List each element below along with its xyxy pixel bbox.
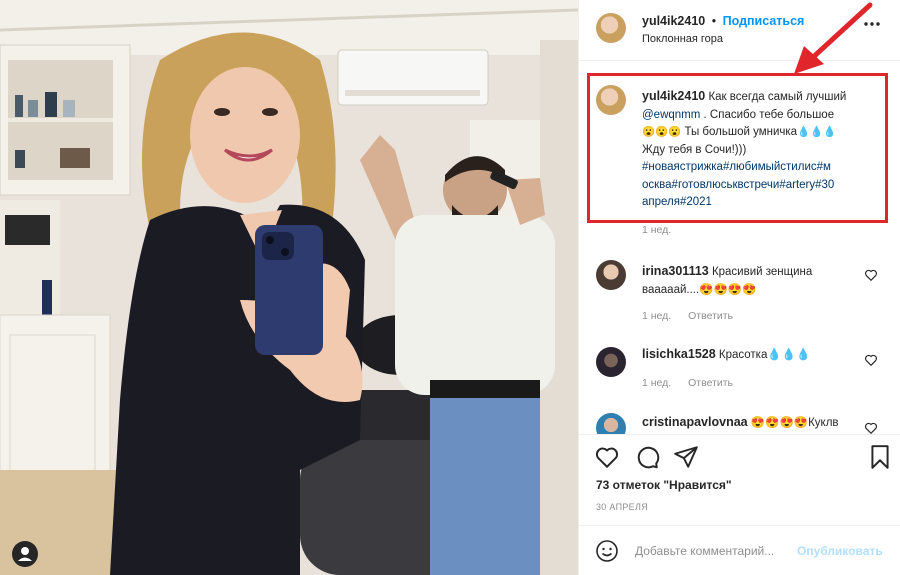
separator-dot: • — [711, 14, 717, 28]
emoji-icon[interactable] — [595, 539, 619, 563]
actions-divider — [579, 434, 900, 435]
bookmark-icon[interactable] — [867, 444, 893, 470]
heart-icon[interactable] — [594, 444, 620, 470]
comment-item: lisichka1528 Красотка💧💧💧 1 нед. Ответить — [579, 340, 900, 400]
comment-author[interactable]: lisichka1528 — [642, 347, 716, 361]
reply-button[interactable]: Ответить — [688, 377, 733, 389]
author-avatar[interactable] — [596, 13, 626, 43]
comment-avatar[interactable] — [596, 413, 626, 434]
comment-item: irina301113 Красивий зенщина вааааай....… — [579, 255, 900, 325]
comment-avatar[interactable] — [596, 347, 626, 377]
like-comment-heart-icon[interactable] — [864, 421, 878, 434]
post-date[interactable]: 30 АПРЕЛЯ — [596, 502, 648, 512]
like-comment-heart-icon[interactable] — [864, 353, 878, 367]
comment-icon[interactable] — [634, 444, 660, 470]
highlight-box — [587, 73, 888, 223]
caption-time[interactable]: 1 нед. — [642, 224, 671, 236]
comment-author[interactable]: irina301113 — [642, 264, 709, 278]
post-photo[interactable] — [0, 0, 578, 575]
comment-author[interactable]: cristinapavlovnaa — [642, 415, 748, 429]
like-comment-heart-icon[interactable] — [864, 268, 878, 282]
comment-avatar[interactable] — [596, 260, 626, 290]
tagged-users-icon[interactable] — [12, 541, 38, 567]
author-username[interactable]: yul4ik2410 — [642, 14, 705, 28]
composer-divider — [579, 525, 900, 526]
comment-text: Красотка💧💧💧 — [718, 349, 811, 361]
comment-input[interactable]: Добавьте комментарий... — [635, 544, 774, 558]
comment-time[interactable]: 1 нед. — [642, 377, 671, 389]
comment-time[interactable]: 1 нед. — [642, 310, 671, 322]
post-location[interactable]: Поклонная гора — [642, 33, 723, 45]
reply-button[interactable]: Ответить — [688, 310, 733, 322]
publish-button[interactable]: Опубликовать — [797, 544, 883, 558]
comment-text: 😍😍😍😍Куклв — [750, 417, 839, 429]
share-icon[interactable] — [673, 444, 699, 470]
highlight-arrow — [794, 2, 873, 74]
post-photo-illustration — [0, 0, 578, 575]
comment-item: cristinapavlovnaa 😍😍😍😍Куклв — [579, 408, 900, 434]
like-count[interactable]: 73 отметок "Нравится" — [596, 478, 732, 492]
